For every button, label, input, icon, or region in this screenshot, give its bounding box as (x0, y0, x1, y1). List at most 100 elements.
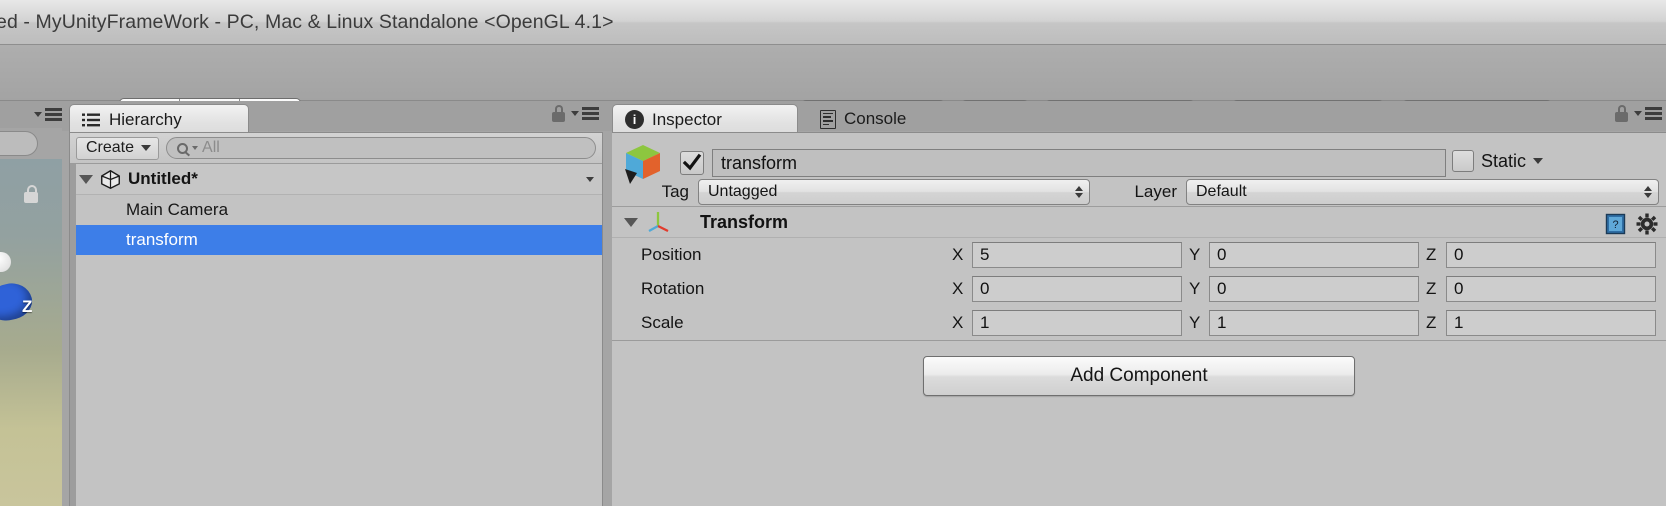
scene-root-row[interactable]: Untitled* (70, 164, 602, 195)
transform-position-row: Position X 5 Y 0 Z 0 (612, 238, 1666, 272)
static-label: Static (1481, 150, 1527, 171)
static-dropdown-caret-icon[interactable] (1533, 158, 1544, 164)
tab-inspector-label: Inspector (652, 109, 722, 129)
axis-x-label: X (952, 313, 964, 332)
position-x-input[interactable]: 5 (972, 242, 1182, 268)
main-toolbar: ✔ Collab Account Layers Layout (0, 45, 1666, 140)
transform-scale-row: Scale X 1 Y 1 Z 1 (612, 306, 1666, 340)
lock-icon[interactable] (552, 105, 565, 122)
axis-y-label: Y (1189, 245, 1201, 264)
inspector-empty-area (612, 411, 1666, 489)
window-title: ed - MyUnityFrameWork - PC, Mac & Linux … (0, 10, 614, 33)
create-caret-icon (141, 145, 152, 151)
help-book-icon[interactable]: ? (1605, 213, 1626, 235)
scene-search-field[interactable] (0, 131, 38, 156)
tab-inspector[interactable]: i Inspector (612, 104, 798, 134)
gameobject-enabled-checkbox[interactable] (680, 151, 704, 175)
axis-x-label: X (952, 245, 964, 264)
inspector-panel-controls (1615, 105, 1662, 122)
axis-y-label: Y (1189, 279, 1201, 298)
rotation-z-input[interactable]: 0 (1446, 276, 1656, 302)
scale-x-input[interactable]: 1 (972, 310, 1182, 336)
scene-viewport[interactable]: Z (0, 159, 62, 506)
scene-context-menu-icon[interactable] (586, 176, 594, 182)
tab-hierarchy-label: Hierarchy (109, 109, 182, 129)
unity-logo-icon (101, 169, 120, 189)
window-titlebar: ed - MyUnityFrameWork - PC, Mac & Linux … (0, 0, 1666, 45)
create-button[interactable]: Create (76, 136, 160, 160)
scale-axes: X 1 Y 1 Z 1 (952, 310, 1666, 336)
position-z-input[interactable]: 0 (1446, 242, 1656, 268)
static-toggle-group: Static (1452, 150, 1544, 172)
tab-console[interactable]: Console (808, 104, 958, 134)
console-document-icon (820, 109, 836, 129)
chevron-down-icon[interactable] (624, 217, 638, 227)
hierarchy-item-transform[interactable]: transform (70, 225, 602, 255)
layer-value: Default (1196, 183, 1247, 200)
lock-icon (24, 185, 38, 203)
inspector-tabstrip: i Inspector Console (603, 101, 1666, 134)
hierarchy-item-main-camera[interactable]: Main Camera (70, 195, 602, 225)
tag-dropdown[interactable]: Untagged (698, 179, 1090, 205)
scale-label: Scale (641, 313, 684, 332)
create-label: Create (86, 139, 135, 156)
info-icon: i (625, 110, 644, 129)
transform-component-header[interactable]: Transform ? (612, 207, 1666, 238)
layer-dropdown[interactable]: Default (1186, 179, 1659, 205)
tag-label: Tag (661, 182, 689, 201)
transform-header-actions: ? (1605, 213, 1658, 235)
hamburger-menu-icon[interactable] (1634, 107, 1662, 120)
scene-view-panel[interactable]: Z (0, 101, 62, 506)
list-item-label: Main Camera (126, 200, 229, 219)
rotation-label: Rotation (641, 279, 705, 298)
add-component-label: Add Component (1070, 365, 1208, 386)
gameobject-header: transform Static Tag Untagged Layer Defa… (612, 133, 1666, 207)
gameobject-name-input[interactable]: transform (712, 149, 1446, 177)
list-item-label: transform (126, 230, 198, 249)
tag-stepper-icon (1075, 186, 1083, 198)
scene-name-label: Untitled* (128, 169, 198, 188)
hierarchy-panel-controls (552, 105, 599, 122)
scene-menu-icon[interactable] (34, 108, 62, 121)
layer-stepper-icon (1644, 186, 1652, 198)
transform-title: Transform (700, 211, 789, 232)
hierarchy-search-input[interactable]: All (166, 137, 596, 159)
gameobject-name-value: transform (721, 152, 798, 173)
layer-label: Layer (1134, 182, 1177, 201)
scale-z-input[interactable]: 1 (1446, 310, 1656, 336)
rotation-y-input[interactable]: 0 (1209, 276, 1419, 302)
add-component-button[interactable]: Add Component (923, 356, 1355, 396)
transform-gizmo-icon (648, 212, 669, 233)
lock-icon[interactable] (1615, 105, 1628, 122)
position-y-input[interactable]: 0 (1209, 242, 1419, 268)
hierarchy-body: Create All Untitled* Main Camera transfo… (69, 132, 603, 506)
inspector-body: transform Static Tag Untagged Layer Defa… (612, 132, 1666, 506)
scene-gizmo-center (0, 252, 11, 272)
tag-layer-row: Tag Untagged Layer Default (612, 177, 1666, 207)
position-axes: X 5 Y 0 Z 0 (952, 242, 1666, 268)
static-checkbox[interactable] (1452, 150, 1474, 172)
hierarchy-search-placeholder: All (202, 139, 220, 156)
chevron-down-icon[interactable] (79, 174, 93, 184)
scale-y-input[interactable]: 1 (1209, 310, 1419, 336)
transform-rotation-row: Rotation X 0 Y 0 Z 0 (612, 272, 1666, 306)
axis-z-label: Z (1426, 279, 1437, 298)
gear-icon[interactable] (1636, 213, 1658, 235)
rotation-x-input[interactable]: 0 (972, 276, 1182, 302)
scene-gizmo-z-label: Z (22, 297, 33, 316)
hierarchy-tabstrip: Hierarchy (62, 101, 603, 134)
panel-area: Z Hierarchy Create All Untitled* Main Ca… (0, 101, 1666, 506)
position-label: Position (641, 245, 702, 264)
hierarchy-empty-area[interactable] (70, 255, 602, 506)
rotation-axes: X 0 Y 0 Z 0 (952, 276, 1666, 302)
tab-hierarchy[interactable]: Hierarchy (69, 104, 249, 134)
hierarchy-list-icon (82, 113, 100, 126)
hamburger-menu-icon[interactable] (571, 107, 599, 120)
svg-text:?: ? (1612, 219, 1618, 231)
add-component-area: Add Component (612, 341, 1666, 411)
search-icon (177, 142, 189, 154)
scene-panel-controls (0, 101, 62, 128)
axis-z-label: Z (1426, 313, 1437, 332)
hierarchy-scrollbar[interactable] (70, 164, 76, 506)
axis-y-label: Y (1189, 313, 1201, 332)
